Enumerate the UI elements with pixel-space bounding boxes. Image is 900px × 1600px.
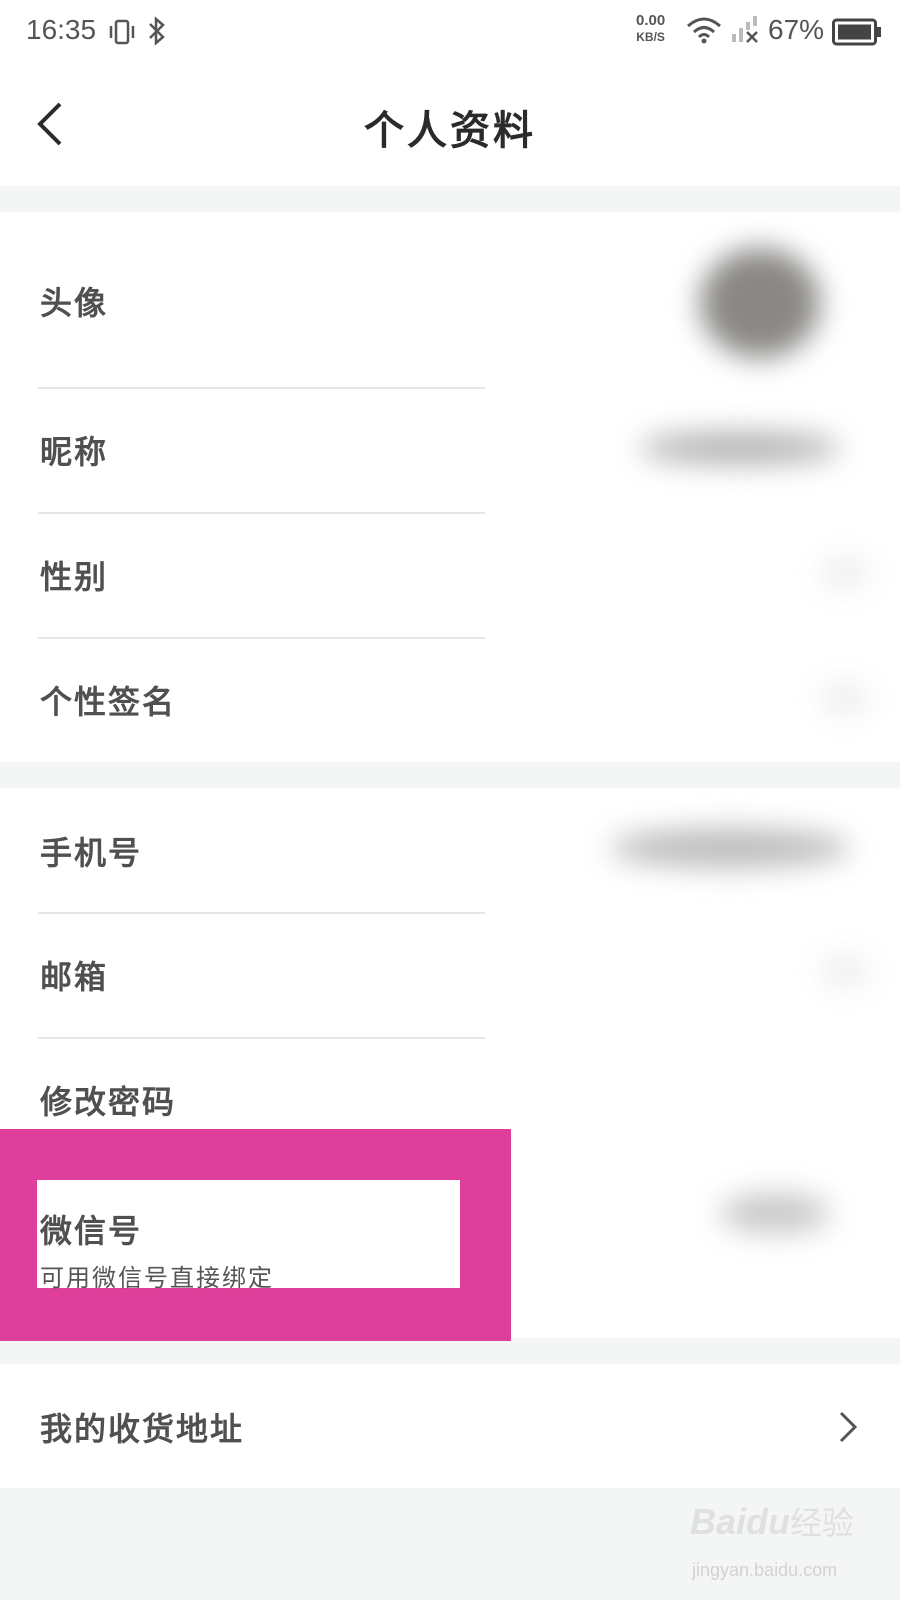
- status-time: 16:35: [26, 14, 97, 45]
- bluetooth-icon: [149, 16, 165, 46]
- network-speed: 0.00 KB/S: [636, 12, 665, 46]
- profile-group: 头像 昵称 性别 个性签名: [0, 212, 900, 762]
- address-label: 我的收货地址: [40, 1410, 245, 1448]
- net-speed-value: 0.00: [636, 12, 666, 29]
- wechat-hint: 可用微信号直接绑定: [40, 1264, 274, 1292]
- signature-value: [820, 681, 870, 715]
- avatar[interactable]: [700, 248, 820, 358]
- battery-icon: [832, 18, 881, 46]
- gender-label: 性别: [40, 558, 109, 596]
- signature-row[interactable]: 个性签名: [0, 639, 900, 762]
- wechat-label: 微信号: [40, 1212, 143, 1250]
- change-password-label: 修改密码: [40, 1083, 177, 1121]
- phone-value: [610, 828, 850, 868]
- phone-label: 手机号: [40, 834, 143, 872]
- signal-icon: [732, 16, 758, 43]
- email-row[interactable]: 邮箱: [0, 914, 900, 1037]
- address-group: 我的收货地址: [0, 1364, 900, 1488]
- address-row[interactable]: 我的收货地址: [0, 1364, 900, 1488]
- wechat-value: [720, 1193, 830, 1233]
- watermark-url: jingyan.baidu.com: [692, 1560, 838, 1580]
- avatar-row[interactable]: 头像: [0, 212, 900, 388]
- avatar-label: 头像: [40, 284, 109, 322]
- nickname-row[interactable]: 昵称: [0, 389, 900, 512]
- nickname-label: 昵称: [40, 433, 109, 471]
- signature-label: 个性签名: [40, 683, 177, 721]
- watermark-brand-cn: 经验: [790, 1504, 855, 1542]
- email-label: 邮箱: [40, 958, 109, 996]
- watermark-brand: Baidu: [690, 1501, 791, 1542]
- chevron-right-icon: [839, 1411, 858, 1443]
- email-value: [820, 954, 870, 988]
- change-password-row[interactable]: 修改密码: [0, 1039, 900, 1129]
- vibrate-icon: [109, 19, 135, 45]
- wifi-icon: [687, 17, 721, 44]
- nav-bar: 个人资料: [0, 62, 900, 186]
- nickname-value: [640, 431, 840, 465]
- status-bar: 16:35 0.00 KB/S 67%: [0, 0, 900, 62]
- phone-row[interactable]: 手机号: [0, 788, 900, 912]
- baidu-watermark: Baidu经验: [690, 1498, 854, 1544]
- gender-row[interactable]: 性别: [0, 514, 900, 637]
- battery-percent: 67%: [768, 14, 825, 45]
- gender-value: [820, 556, 870, 590]
- net-speed-unit: KB/S: [636, 30, 665, 44]
- page-title: 个人资料: [364, 107, 536, 154]
